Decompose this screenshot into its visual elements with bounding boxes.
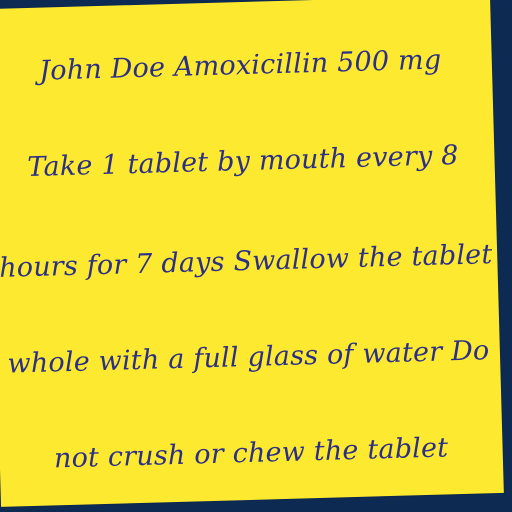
- note-line-patient-drug: John Doe Amoxicillin 500 mg: [38, 44, 442, 87]
- sticky-note: John Doe Amoxicillin 500 mg Take 1 table…: [0, 0, 504, 507]
- note-line-duration: hours for 7 days Swallow the tablet: [0, 239, 493, 284]
- note-line-dosage: Take 1 tablet by mouth every 8: [26, 140, 459, 184]
- note-line-warning: not crush or chew the tablet: [53, 432, 449, 475]
- photo-scene: John Doe Amoxicillin 500 mg Take 1 table…: [0, 0, 512, 512]
- note-line-instructions: whole with a full glass of water Do: [7, 335, 490, 380]
